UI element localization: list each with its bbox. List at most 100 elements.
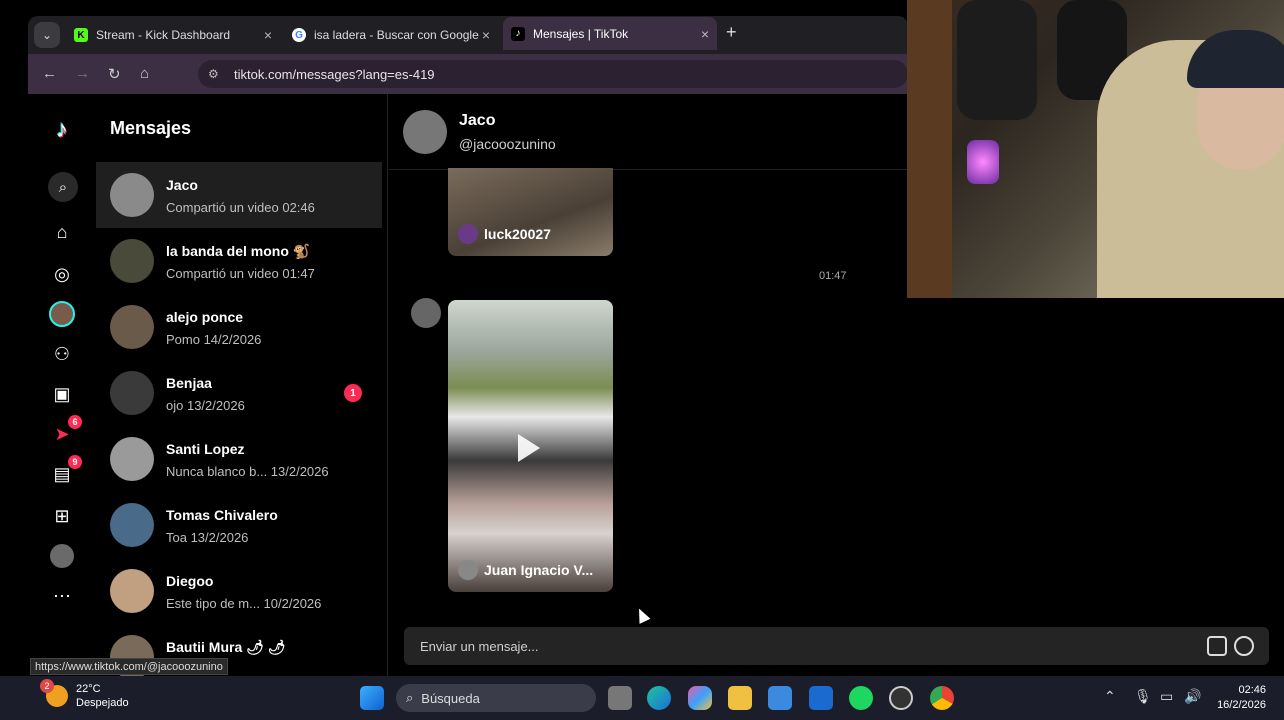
- video-author-name: luck20027: [484, 226, 551, 242]
- google-favicon-icon: G: [292, 28, 306, 42]
- message-input[interactable]: [404, 627, 1194, 665]
- webcam-overlay: [907, 0, 1284, 298]
- site-settings-icon[interactable]: ⚙: [208, 67, 222, 81]
- cam-rgb-lamp: [967, 140, 999, 184]
- back-icon[interactable]: ←: [42, 65, 57, 82]
- inbox-message-icon[interactable]: ▤ 9: [48, 455, 82, 488]
- conversation-item[interactable]: Diegoo Este tipo de m... 10/2/2026: [96, 558, 382, 624]
- unread-badge: 1: [344, 384, 362, 402]
- friends-icon[interactable]: ⚇: [48, 340, 76, 368]
- volume-icon[interactable]: 🔊: [1184, 688, 1201, 705]
- shared-video-card[interactable]: luck20027: [448, 168, 613, 256]
- obs-studio-icon[interactable]: [889, 686, 913, 710]
- conversation-preview: Compartió un video 01:47: [166, 266, 315, 281]
- avatar: [411, 298, 441, 328]
- weather-condition: Despejado: [76, 697, 129, 709]
- conversation-list: Mensajes Jaco Compartió un video 02:46 l…: [96, 94, 388, 676]
- conversation-name: Benjaa: [166, 375, 212, 391]
- new-tab-button[interactable]: +: [726, 22, 737, 43]
- reload-icon[interactable]: ↻: [108, 65, 121, 83]
- close-tab-icon[interactable]: ×: [701, 26, 709, 42]
- url-input[interactable]: ⚙ tiktok.com/messages?lang=es-419: [198, 60, 908, 88]
- conversation-item[interactable]: Santi Lopez Nunca blanco b... 13/2/2026: [96, 426, 382, 492]
- conversation-name: Jaco: [166, 177, 198, 193]
- more-options-icon[interactable]: ⋯: [48, 582, 76, 610]
- home-icon[interactable]: ⌂: [140, 65, 149, 82]
- explore-compass-icon[interactable]: ◎: [48, 260, 76, 288]
- conversation-item[interactable]: Jaco Compartió un video 02:46: [96, 162, 382, 228]
- copilot-icon[interactable]: [688, 686, 712, 710]
- conversation-preview: Nunca blanco b... 13/2/2026: [166, 464, 329, 479]
- spotify-icon[interactable]: [849, 686, 873, 710]
- avatar: [110, 437, 154, 481]
- link-status-url: https://www.tiktok.com/@jacooozunino: [30, 658, 228, 675]
- windows-start-icon[interactable]: [360, 686, 384, 710]
- message-composer: [404, 627, 1269, 665]
- forward-icon[interactable]: →: [75, 65, 90, 82]
- weather-widget[interactable]: 2 22°C Despejado: [40, 679, 129, 710]
- tab-google-search[interactable]: G isa ladera - Buscar con Google ×: [284, 21, 498, 49]
- file-explorer-icon[interactable]: [728, 686, 752, 710]
- cam-background-person: [957, 0, 1037, 120]
- avatar: [110, 371, 154, 415]
- clock-time: 02:46: [1238, 684, 1266, 696]
- kick-favicon-icon: K: [74, 28, 88, 42]
- microphone-icon[interactable]: 🎙: [1134, 688, 1152, 705]
- search-icon: ⌕: [406, 690, 414, 705]
- show-hidden-icons-icon[interactable]: ⌃: [1104, 688, 1116, 705]
- conversation-item[interactable]: alejo ponce Pomo 14/2/2026: [96, 294, 382, 360]
- clock-date: 16/2/2026: [1217, 699, 1266, 711]
- tab-title: isa ladera - Buscar con Google: [314, 28, 479, 42]
- activity-send-icon[interactable]: ➤ 6: [48, 415, 82, 448]
- weather-sun-icon: 2: [40, 679, 68, 707]
- following-avatar-icon[interactable]: [49, 301, 75, 327]
- avatar: [110, 239, 154, 283]
- outlook-icon[interactable]: [809, 686, 833, 710]
- home-nav-icon[interactable]: ⌂: [48, 218, 76, 246]
- tiktok-logo-icon[interactable]: ♪: [48, 116, 76, 144]
- search-icon[interactable]: ⌕: [48, 172, 78, 202]
- video-author-name: Juan Ignacio V...: [484, 562, 594, 578]
- emoji-icon[interactable]: [1234, 636, 1254, 656]
- close-tab-icon[interactable]: ×: [264, 27, 272, 43]
- taskbar-search[interactable]: ⌕ Búsqueda: [396, 684, 596, 712]
- tab-kick-dashboard[interactable]: K Stream - Kick Dashboard ×: [66, 21, 280, 49]
- play-icon[interactable]: [518, 434, 540, 462]
- avatar[interactable]: [403, 110, 447, 154]
- cam-streamer-cap: [1187, 30, 1284, 88]
- conversation-preview: Este tipo de m... 10/2/2026: [166, 596, 322, 611]
- tab-search-dropdown-icon[interactable]: ⌄: [34, 22, 60, 48]
- conversation-item[interactable]: la banda del mono 🐒 Compartió un video 0…: [96, 228, 382, 294]
- avatar: [458, 560, 478, 580]
- upload-plus-icon[interactable]: ⊞: [48, 502, 76, 530]
- edge-browser-icon[interactable]: [647, 686, 671, 710]
- page-title: Mensajes: [110, 118, 192, 138]
- avatar: [110, 173, 154, 217]
- profile-avatar-icon[interactable]: [50, 544, 74, 568]
- conversation-name: Diegoo: [166, 573, 214, 589]
- tab-tiktok-messages[interactable]: ♪ Mensajes | TikTok ×: [503, 17, 717, 50]
- network-icon[interactable]: ▭: [1160, 688, 1173, 705]
- weather-badge: 2: [40, 679, 54, 693]
- conversation-preview: Compartió un video 02:46: [166, 200, 315, 215]
- conversation-item[interactable]: Benjaa ojo 13/2/2026 1: [96, 360, 382, 426]
- shared-video-card[interactable]: Juan Ignacio V...: [448, 300, 613, 592]
- chrome-icon[interactable]: [930, 686, 954, 710]
- tiktok-favicon-icon: ♪: [511, 26, 525, 41]
- system-clock[interactable]: 02:46 16/2/2026: [1210, 683, 1266, 713]
- url-text: tiktok.com/messages?lang=es-419: [234, 66, 435, 82]
- conversation-item[interactable]: Tomas Chivalero Toa 13/2/2026: [96, 492, 382, 558]
- live-tv-icon[interactable]: ▣: [48, 380, 76, 408]
- conversation-name: Tomas Chivalero: [166, 507, 278, 523]
- microsoft-store-icon[interactable]: [768, 686, 792, 710]
- chat-contact-name[interactable]: Jaco: [459, 112, 495, 130]
- image-upload-icon[interactable]: [1207, 636, 1227, 656]
- task-view-icon[interactable]: [608, 686, 632, 710]
- avatar: [110, 569, 154, 613]
- avatar: [110, 503, 154, 547]
- close-tab-icon[interactable]: ×: [482, 27, 490, 43]
- chat-contact-username[interactable]: @jacooozunino: [459, 136, 556, 152]
- conversation-name: Bautii Mura 🌶 🌶: [166, 639, 286, 655]
- conversation-preview: ojo 13/2/2026: [166, 398, 245, 413]
- avatar: [458, 224, 478, 244]
